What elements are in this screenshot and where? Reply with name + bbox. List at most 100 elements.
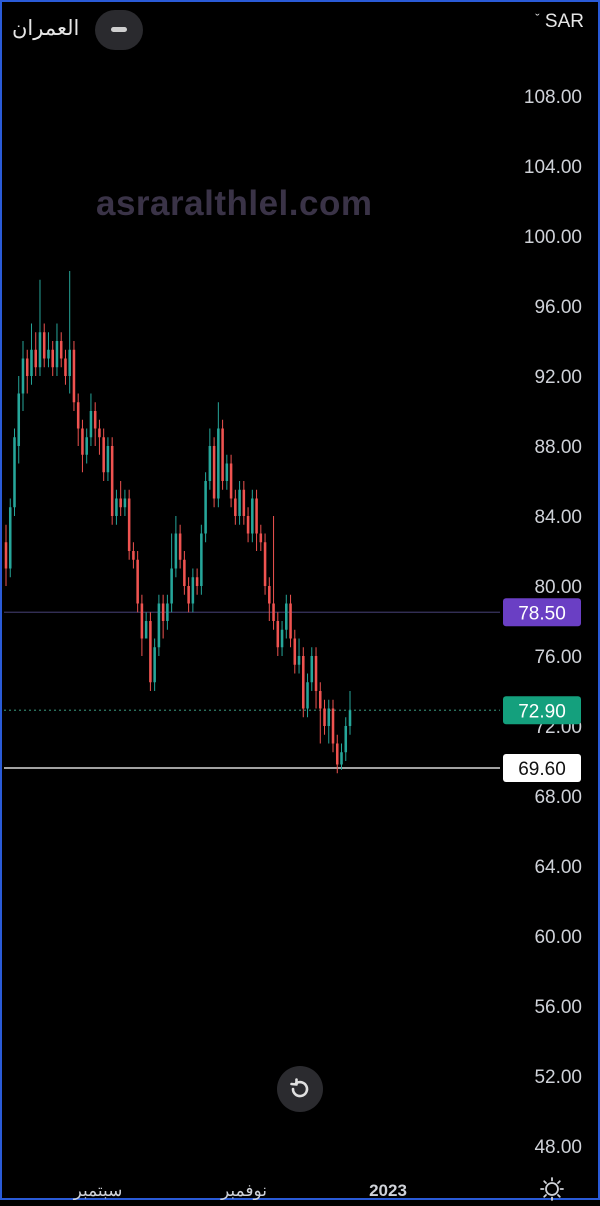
candle-body bbox=[335, 743, 339, 765]
candle-body bbox=[280, 629, 284, 648]
candle-body bbox=[246, 516, 250, 534]
candle-body bbox=[297, 656, 301, 665]
y-tick-label: 104.00 bbox=[524, 157, 582, 178]
y-tick-label: 84.00 bbox=[534, 507, 582, 528]
y-tick-label: 52.00 bbox=[534, 1067, 582, 1088]
currency-selector[interactable]: ˇ SAR bbox=[535, 11, 584, 33]
candle-body bbox=[47, 349, 50, 359]
candle-body bbox=[195, 577, 199, 586]
candle-body bbox=[318, 691, 322, 709]
candle-body bbox=[55, 341, 59, 368]
candle-body bbox=[268, 586, 271, 604]
candle-body bbox=[25, 358, 29, 376]
candle-body bbox=[276, 621, 280, 648]
candle-body bbox=[174, 533, 178, 569]
collapse-button[interactable] bbox=[95, 10, 143, 50]
candle-body bbox=[306, 682, 309, 709]
y-tick-label: 76.00 bbox=[534, 647, 582, 668]
currency-label: SAR bbox=[544, 11, 584, 32]
candle-body bbox=[331, 708, 335, 744]
watermark: asraralthlel.com bbox=[96, 184, 373, 223]
candle-body bbox=[98, 428, 101, 438]
candle-body bbox=[13, 437, 16, 508]
candle-body bbox=[110, 446, 114, 516]
candle-body bbox=[272, 603, 275, 621]
candle-body bbox=[136, 559, 139, 604]
chevron-down-icon: ˇ bbox=[535, 11, 540, 26]
grid-layer bbox=[4, 611, 500, 769]
candle-body bbox=[30, 349, 33, 376]
candle-body bbox=[251, 498, 254, 534]
candles-layer bbox=[4, 271, 352, 774]
candle-body bbox=[229, 463, 233, 499]
price-badge-label: 78.50 bbox=[518, 603, 566, 624]
candle-body bbox=[132, 551, 135, 560]
candle-body bbox=[76, 402, 80, 429]
candle-body bbox=[225, 463, 229, 481]
candle-body bbox=[106, 446, 110, 473]
candle-body bbox=[4, 542, 8, 569]
candle-body bbox=[212, 446, 216, 499]
candle-body bbox=[93, 411, 97, 429]
candle-body bbox=[89, 411, 93, 438]
x-tick-label: 2023 bbox=[369, 1181, 407, 1200]
candle-body bbox=[238, 489, 241, 516]
candle-body bbox=[166, 603, 169, 621]
candle-body bbox=[59, 341, 63, 359]
candle-body bbox=[327, 708, 331, 726]
y-tick-label: 56.00 bbox=[534, 997, 582, 1018]
candle-body bbox=[255, 498, 258, 534]
candle-body bbox=[34, 349, 38, 368]
candle-body bbox=[183, 559, 186, 586]
labels-layer: 108.00 104.00 100.00 96.00 92.00 88.00 84.00 80… bbox=[73, 87, 582, 1200]
y-tick-label: 68.00 bbox=[534, 787, 582, 808]
reset-chart-button[interactable] bbox=[277, 1066, 323, 1112]
candle-body bbox=[8, 507, 12, 569]
candle-body bbox=[119, 498, 122, 508]
candle-body bbox=[302, 656, 305, 709]
x-tick-label: سبتمبر bbox=[73, 1181, 123, 1200]
candle-body bbox=[234, 498, 237, 516]
candle-body bbox=[17, 393, 21, 446]
candle-body bbox=[38, 332, 42, 368]
candle-body bbox=[208, 446, 212, 481]
y-tick-label: 60.00 bbox=[534, 927, 582, 948]
candle-body bbox=[102, 437, 105, 473]
candle-body bbox=[323, 708, 326, 726]
y-tick-label: 48.00 bbox=[534, 1137, 582, 1158]
candle-body bbox=[85, 437, 88, 455]
candle-body bbox=[149, 621, 152, 683]
candle-body bbox=[200, 533, 203, 586]
price-chart[interactable]: 108.00 104.00 100.00 96.00 92.00 88.00 84.00 80… bbox=[0, 0, 600, 1200]
x-tick-label: نوفمبر bbox=[220, 1181, 267, 1200]
candle-body bbox=[310, 656, 314, 683]
candle-body bbox=[242, 489, 246, 516]
candle-body bbox=[221, 428, 224, 481]
candle-body bbox=[259, 533, 263, 543]
candle-body bbox=[72, 349, 76, 403]
candle-body bbox=[289, 603, 292, 639]
candle-body bbox=[285, 603, 288, 630]
candle-body bbox=[140, 603, 144, 639]
candle-body bbox=[263, 542, 267, 586]
candle-body bbox=[51, 349, 54, 368]
candle-body bbox=[204, 481, 207, 534]
candle-body bbox=[340, 752, 343, 765]
candle-body bbox=[191, 577, 195, 604]
candle-body bbox=[344, 726, 348, 753]
candle-body bbox=[348, 710, 352, 726]
candle-body bbox=[314, 656, 318, 691]
price-badge-label: 72.90 bbox=[518, 701, 566, 722]
y-tick-label: 108.00 bbox=[524, 87, 582, 108]
minus-icon bbox=[111, 27, 127, 32]
price-badge-label: 69.60 bbox=[518, 759, 566, 780]
candle-body bbox=[217, 428, 220, 499]
y-tick-label: 100.00 bbox=[524, 227, 582, 248]
candle-body bbox=[127, 498, 131, 551]
candle-body bbox=[64, 358, 67, 376]
candle-body bbox=[81, 428, 84, 455]
candle-body bbox=[187, 586, 190, 604]
candle-body bbox=[68, 349, 71, 376]
y-tick-label: 92.00 bbox=[534, 367, 582, 388]
theme-toggle[interactable] bbox=[540, 1177, 564, 1206]
